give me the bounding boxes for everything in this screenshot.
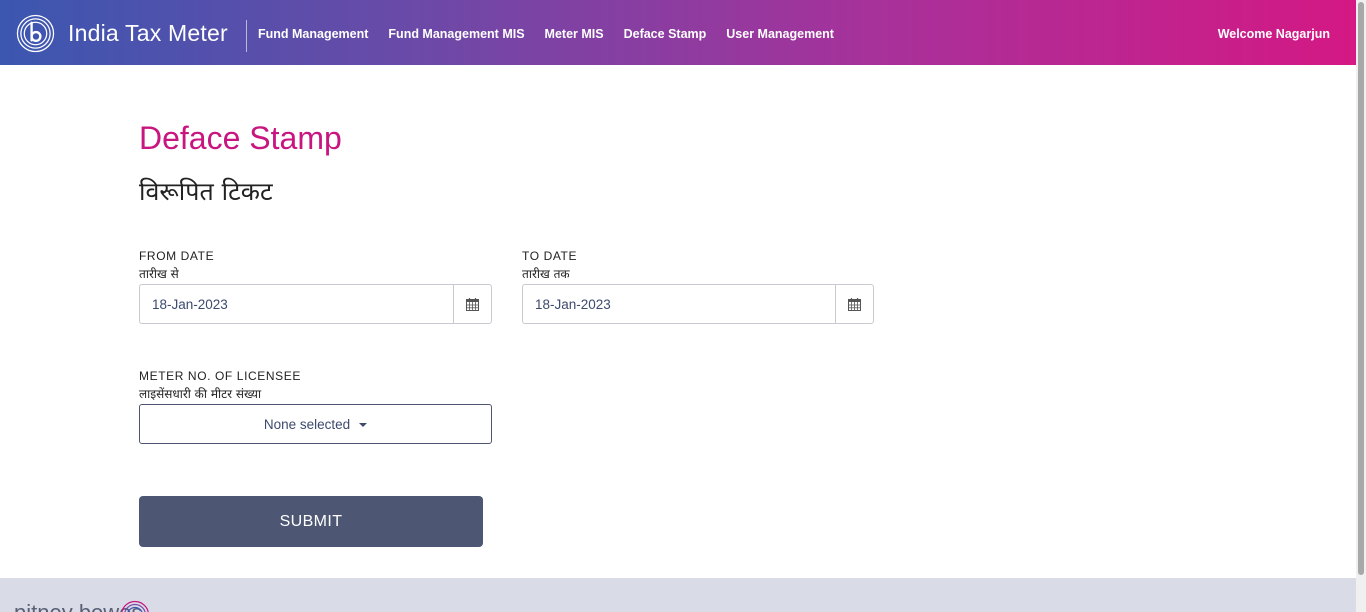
nav-deface-stamp[interactable]: Deface Stamp [624, 27, 707, 41]
meter-label-hindi: लाइसेंसधारी की मीटर संख्या [139, 387, 262, 401]
from-date-calendar-button[interactable] [453, 285, 491, 323]
footer: pitney bowes [0, 578, 1356, 612]
from-date-input[interactable] [140, 285, 453, 323]
page: India Tax Meter Fund Management Fund Man… [0, 0, 1366, 612]
from-date-label: FROM DATE [139, 249, 215, 263]
meter-select-value: None selected [263, 416, 351, 432]
header-divider [246, 20, 247, 52]
pitney-bowes-logo-icon [121, 600, 149, 612]
page-scrollbar[interactable] [1356, 0, 1366, 612]
nav-fund-management[interactable]: Fund Management [258, 27, 368, 41]
calendar-icon [466, 297, 479, 311]
nav-meter-mis[interactable]: Meter MIS [545, 27, 604, 41]
caret-down-icon [359, 422, 368, 427]
pitney-bowes-logo-icon[interactable] [16, 14, 55, 53]
to-date-label-hindi: तारीख तक [522, 267, 570, 281]
nav-fund-management-mis[interactable]: Fund Management MIS [388, 27, 524, 41]
submit-button[interactable]: SUBMIT [139, 496, 483, 547]
to-date-input[interactable] [523, 285, 835, 323]
welcome-user[interactable]: Welcome Nagarjun [1218, 27, 1330, 41]
page-title: Deface Stamp [139, 120, 342, 156]
to-date-field [522, 284, 874, 324]
calendar-icon [848, 297, 861, 311]
nav-user-management[interactable]: User Management [726, 27, 834, 41]
meter-label: METER NO. OF LICENSEE [139, 369, 301, 383]
scrollbar-thumb[interactable] [1358, 2, 1364, 575]
page-title-hindi: विरूपित टिकट [139, 177, 273, 206]
to-date-label: TO DATE [522, 249, 578, 263]
to-date-calendar-button[interactable] [835, 285, 873, 323]
meter-select[interactable]: None selected [139, 404, 492, 444]
top-nav-bar: India Tax Meter Fund Management Fund Man… [0, 0, 1356, 65]
from-date-field [139, 284, 492, 324]
from-date-label-hindi: तारीख से [139, 267, 179, 281]
app-title[interactable]: India Tax Meter [68, 20, 228, 47]
main-nav: Fund Management Fund Management MIS Mete… [258, 27, 834, 41]
